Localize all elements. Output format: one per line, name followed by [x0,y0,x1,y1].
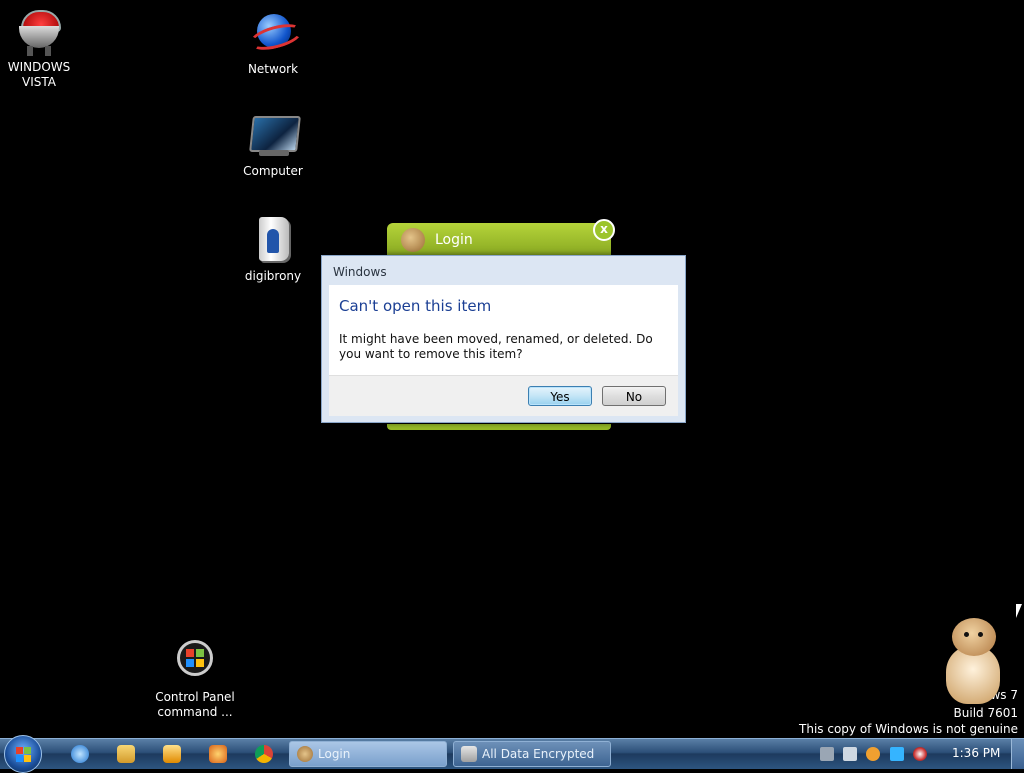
book-figure-icon [249,217,297,265]
login-window-bottom [387,424,611,430]
app-icon [209,745,227,763]
desktop-icon-windows-vista[interactable]: WINDOWS VISTA [0,8,84,90]
desktop-icon-label: digibrony [244,269,302,283]
login-title: Login [435,232,473,248]
desktop-icon-control-panel[interactable]: Control Panel command ... [150,638,240,720]
clock[interactable]: 1:36 PM [952,746,1000,760]
error-dialog: Windows Can't open this item It might ha… [321,255,686,423]
internet-explorer-icon [71,745,89,763]
hamster-icon [401,228,425,252]
task-label: Login [318,747,351,761]
tray-app-icon[interactable] [820,747,834,761]
dialog-footer: Yes No [329,375,678,416]
folder-icon [117,745,135,763]
watermark-line-3: This copy of Windows is not genuine [799,722,1018,736]
taskbar-task-all-data-encrypted[interactable]: All Data Encrypted [453,741,611,767]
tray-search-icon[interactable] [866,747,880,761]
taskbar-ie-button[interactable] [62,742,98,766]
login-title-bar[interactable]: Login x [387,219,615,255]
window-icon [461,746,477,762]
tray-network-icon[interactable] [890,747,904,761]
hamster-gadget[interactable] [940,618,1006,710]
task-label: All Data Encrypted [482,747,595,761]
no-button[interactable]: No [602,386,666,406]
desktop-icon-label: WINDOWS VISTA [7,60,71,89]
show-desktop-button[interactable] [1011,739,1024,769]
desktop-icon-label: Computer [243,164,303,178]
taskbar-explorer-button[interactable] [108,742,144,766]
windows-orb-icon [171,638,219,686]
yes-button[interactable]: Yes [528,386,592,406]
tray-volume-icon[interactable] [913,747,927,761]
dialog-title: Windows [333,265,387,279]
start-button[interactable] [4,735,42,773]
mouse-cursor-icon [1016,604,1022,618]
media-player-icon [163,745,181,763]
desktop-icon-label: Control Panel command ... [155,690,235,719]
dialog-content: Can't open this item It might have been … [329,285,678,375]
dialog-message: It might have been moved, renamed, or de… [339,332,653,361]
desktop-icon-digibrony[interactable]: digibrony [228,217,318,284]
hamster-icon [297,746,313,762]
taskbar-app-button[interactable] [200,742,236,766]
taskbar-media-button[interactable] [154,742,190,766]
taskbar-chrome-button[interactable] [246,742,282,766]
tray-flag-icon[interactable] [843,747,857,761]
dialog-heading: Can't open this item [339,297,492,315]
globe-icon [247,10,305,58]
desktop-icon-computer[interactable]: Computer [228,112,318,179]
chrome-icon [255,745,273,763]
monitor-icon [249,112,301,160]
close-icon[interactable]: x [593,219,615,241]
system-tray: 1:36 PM [812,739,1024,769]
taskbar-task-login[interactable]: Login [289,741,447,767]
taskbar: Login All Data Encrypted 1:36 PM [0,735,1024,773]
desktop-icon-network[interactable]: Network [228,10,318,77]
robot-capsule-icon [15,8,63,56]
desktop-icon-label: Network [247,62,299,76]
